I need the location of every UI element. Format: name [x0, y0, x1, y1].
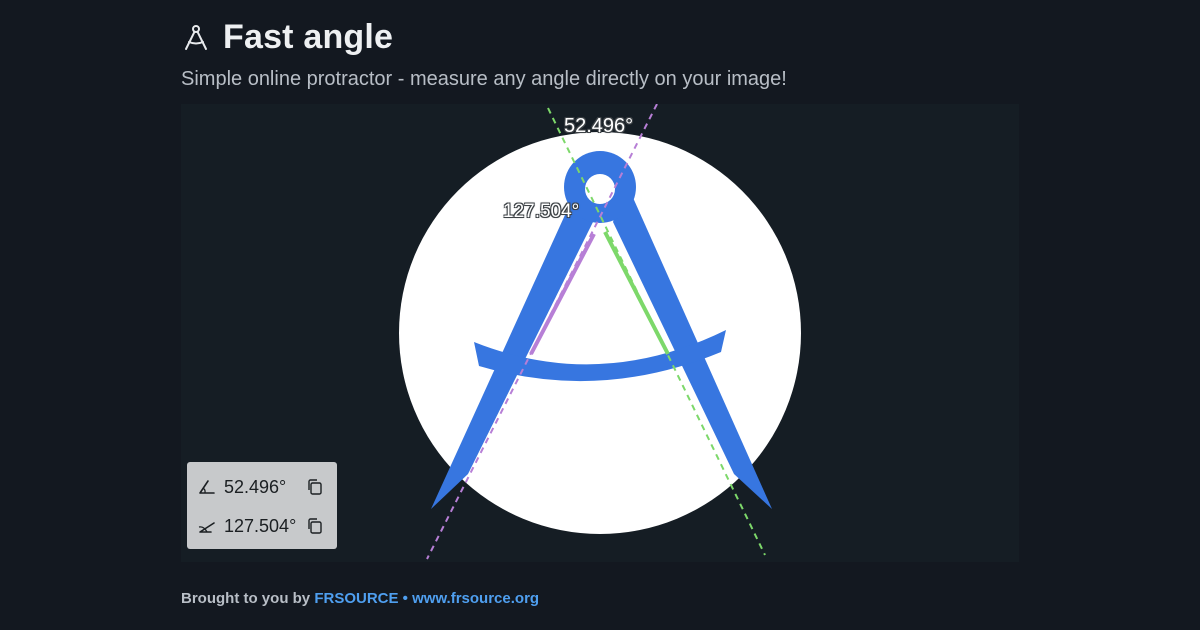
frsource-link[interactable]: FRSOURCE: [314, 590, 398, 607]
footer-prefix: Brought to you by: [181, 590, 311, 607]
copy-icon[interactable]: [306, 478, 324, 496]
angle-readout-panel: 52.496° 127.504°: [187, 462, 337, 549]
footer-separator: •: [402, 590, 408, 607]
acute-angle-value: 52.496°: [224, 476, 287, 497]
obtuse-angle-icon: [197, 516, 217, 536]
acute-angle-icon: [197, 477, 217, 497]
acute-angle-label: 52.496°: [564, 115, 634, 137]
obtuse-angle-label: 127.504°: [503, 201, 580, 222]
website-link[interactable]: www.frsource.org: [412, 590, 539, 607]
copy-icon[interactable]: [306, 517, 324, 535]
page-subtitle: Simple online protractor - measure any a…: [181, 68, 787, 90]
footer: Brought to you by FRSOURCE • www.frsourc…: [181, 590, 539, 607]
obtuse-angle-value: 127.504°: [224, 515, 297, 536]
app-header: Fast angle: [181, 18, 393, 57]
page-title: Fast angle: [223, 18, 394, 56]
obtuse-angle-row: 127.504°: [197, 514, 324, 538]
acute-angle-row: 52.496°: [197, 475, 324, 499]
compass-icon: [181, 23, 211, 53]
